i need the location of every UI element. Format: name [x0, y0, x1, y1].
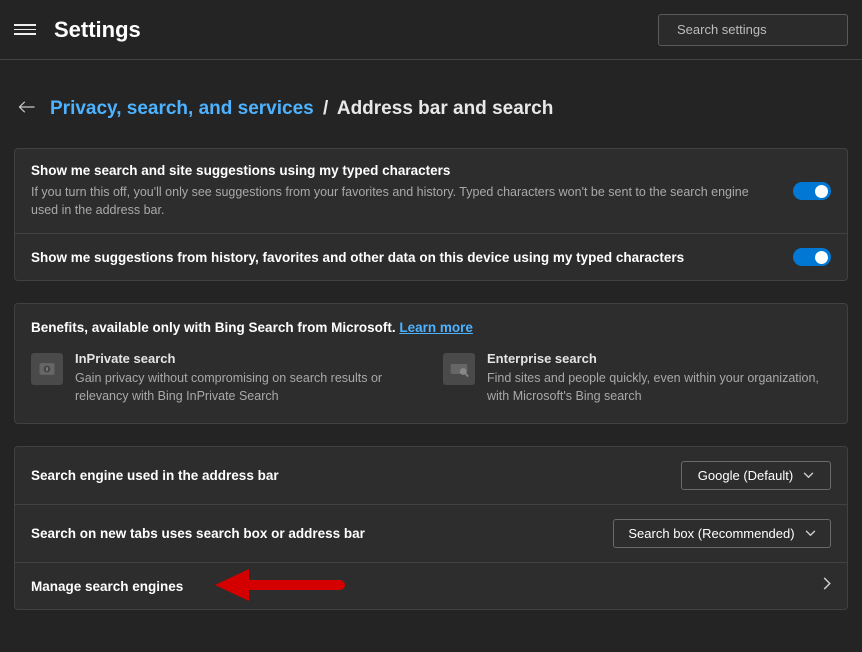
- typed-suggestions-desc: If you turn this off, you'll only see su…: [31, 184, 777, 219]
- benefit-inprivate-desc: Gain privacy without compromising on sea…: [75, 370, 419, 405]
- chevron-down-icon: [803, 470, 814, 482]
- benefits-heading-text: Benefits, available only with Bing Searc…: [31, 320, 399, 335]
- new-tab-search-select[interactable]: Search box (Recommended): [613, 519, 831, 548]
- benefits-heading: Benefits, available only with Bing Searc…: [15, 304, 847, 343]
- search-engine-label: Search engine used in the address bar: [31, 468, 665, 483]
- benefit-inprivate-title: InPrivate search: [75, 351, 419, 366]
- chevron-right-icon: [823, 577, 831, 595]
- row-manage-search-engines[interactable]: Manage search engines: [15, 562, 847, 609]
- breadcrumb-separator: /: [323, 98, 328, 119]
- chevron-down-icon: [805, 528, 816, 540]
- search-engine-value: Google (Default): [698, 468, 793, 483]
- suggestions-card: Show me search and site suggestions usin…: [14, 148, 848, 281]
- benefits-card: Benefits, available only with Bing Searc…: [14, 303, 848, 424]
- breadcrumb: Privacy, search, and services / Address …: [14, 98, 848, 120]
- typed-suggestions-title: Show me search and site suggestions usin…: [31, 163, 777, 178]
- search-box[interactable]: [658, 14, 848, 46]
- new-tab-search-label: Search on new tabs uses search box or ad…: [31, 526, 597, 541]
- app-header: Settings: [0, 0, 862, 60]
- benefits-learn-more-link[interactable]: Learn more: [399, 320, 473, 335]
- row-history-suggestions: Show me suggestions from history, favori…: [15, 233, 847, 280]
- row-new-tab-search: Search on new tabs uses search box or ad…: [15, 504, 847, 562]
- new-tab-search-value: Search box (Recommended): [628, 526, 794, 541]
- breadcrumb-parent-link[interactable]: Privacy, search, and services: [50, 98, 314, 119]
- history-suggestions-toggle[interactable]: [793, 248, 831, 266]
- manage-search-engines-label: Manage search engines: [31, 579, 807, 594]
- back-arrow-icon[interactable]: [14, 100, 36, 119]
- breadcrumb-current: Address bar and search: [337, 98, 553, 119]
- inprivate-search-icon: [31, 353, 63, 385]
- benefit-enterprise-title: Enterprise search: [487, 351, 831, 366]
- menu-icon[interactable]: [14, 19, 36, 41]
- enterprise-search-icon: [443, 353, 475, 385]
- typed-suggestions-toggle[interactable]: [793, 182, 831, 200]
- search-input[interactable]: [677, 22, 853, 37]
- history-suggestions-title: Show me suggestions from history, favori…: [31, 250, 777, 265]
- benefit-enterprise: Enterprise search Find sites and people …: [433, 351, 841, 405]
- row-search-engine: Search engine used in the address bar Go…: [15, 447, 847, 504]
- search-engine-card: Search engine used in the address bar Go…: [14, 446, 848, 610]
- benefit-enterprise-desc: Find sites and people quickly, even with…: [487, 370, 831, 405]
- page-title: Settings: [54, 17, 141, 43]
- benefit-inprivate: InPrivate search Gain privacy without co…: [21, 351, 429, 405]
- row-typed-suggestions: Show me search and site suggestions usin…: [15, 149, 847, 233]
- search-engine-select[interactable]: Google (Default): [681, 461, 831, 490]
